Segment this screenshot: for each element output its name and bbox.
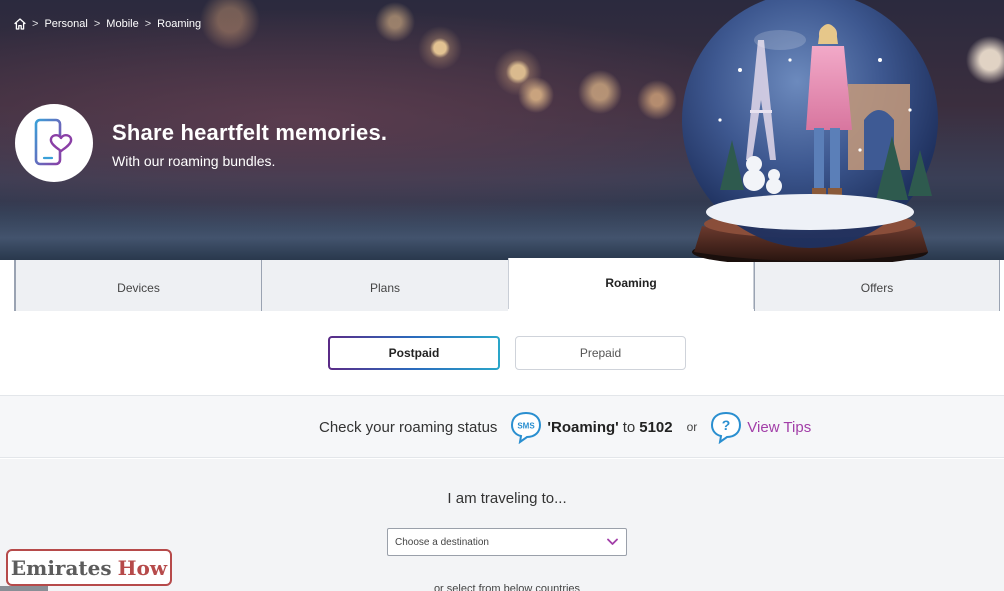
tab-roaming[interactable]: Roaming (508, 258, 754, 309)
destination-select[interactable]: Choose a destination (387, 528, 627, 556)
destination-placeholder: Choose a destination (395, 536, 489, 548)
breadcrumb-item-mobile[interactable]: Mobile (106, 18, 138, 30)
status-row: Check your roaming status SMS 'Roaming' … (319, 408, 811, 446)
plan-type-toggle: Postpaid Prepaid (0, 311, 1004, 395)
postpaid-button[interactable]: Postpaid (328, 336, 500, 370)
breadcrumb-separator: > (93, 18, 101, 30)
watermark-part1: Emirates (10, 555, 112, 580)
tab-plans[interactable]: Plans (261, 260, 508, 311)
sms-icon: SMS (511, 411, 542, 444)
question-icon-label: ? (722, 417, 731, 433)
destination-title: I am traveling to... (447, 490, 567, 507)
prepaid-button[interactable]: Prepaid (515, 336, 686, 370)
status-or: or (686, 420, 698, 434)
hero-badge (15, 104, 93, 182)
hero-subtitle: With our roaming bundles. (112, 153, 276, 169)
hero-title: Share heartfelt memories. (112, 120, 388, 145)
breadcrumb-item-roaming[interactable]: Roaming (157, 18, 201, 30)
breadcrumb-separator: > (32, 18, 39, 30)
status-number: 5102 (639, 418, 673, 436)
roaming-status-bar: Check your roaming status SMS 'Roaming' … (0, 395, 1004, 458)
tab-devices[interactable]: Devices (15, 260, 261, 311)
breadcrumb: > Personal > Mobile > Roaming (14, 18, 201, 30)
view-tips-link[interactable]: View Tips (747, 419, 811, 436)
watermark-strip (0, 586, 48, 591)
watermark-part2: How (117, 555, 168, 580)
status-keyword: 'Roaming' (547, 418, 619, 436)
category-tabs: Devices Plans Roaming Offers (0, 258, 1004, 311)
watermark-logo: Emirates How (6, 549, 172, 586)
breadcrumb-separator: > (144, 18, 152, 30)
question-bubble-icon[interactable]: ? (709, 410, 743, 444)
status-text: Check your roaming status (319, 418, 498, 436)
sms-icon-label: SMS (518, 422, 536, 431)
hero-banner: > Personal > Mobile > Roaming Share hear… (0, 0, 1004, 262)
chevron-down-icon (607, 538, 618, 545)
breadcrumb-item-personal[interactable]: Personal (44, 18, 87, 30)
status-to: to (622, 418, 636, 436)
home-icon[interactable] (14, 18, 26, 30)
tab-edge (0, 260, 15, 311)
phone-heart-icon (34, 118, 73, 166)
tab-offers[interactable]: Offers (754, 260, 1000, 311)
snow-globe-image (682, 0, 938, 262)
